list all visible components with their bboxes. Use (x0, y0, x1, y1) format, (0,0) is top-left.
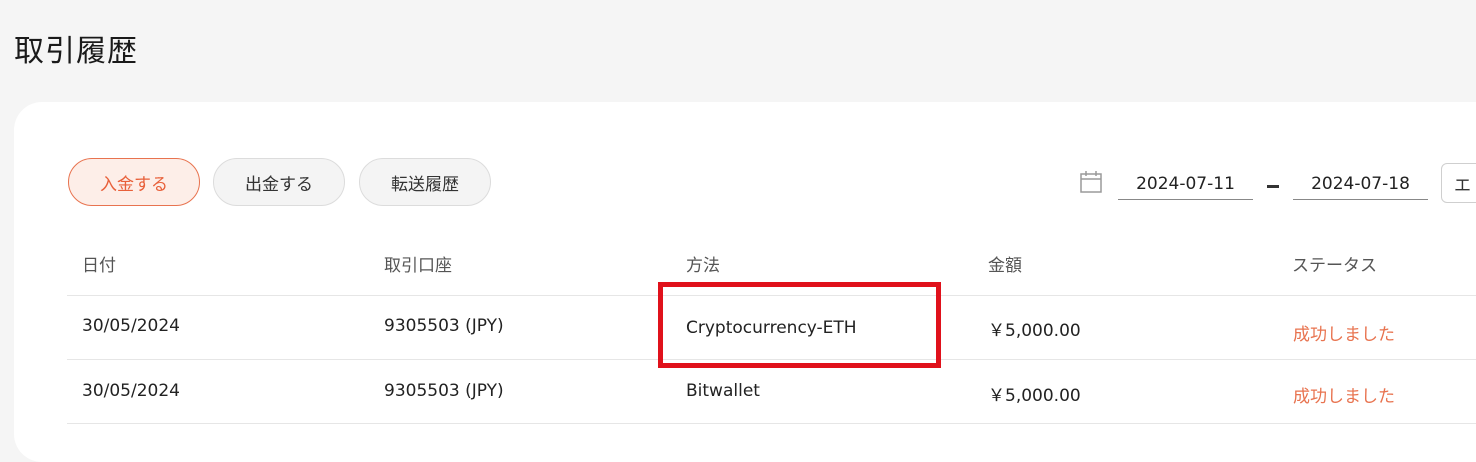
row-divider (67, 423, 1476, 424)
filter-select[interactable]: エ (1441, 163, 1476, 203)
highlight-box (658, 282, 941, 368)
row-status: 成功しました (1293, 387, 1395, 407)
date-range-separator (1267, 185, 1279, 188)
row-status: 成功しました (1293, 325, 1395, 345)
column-header-date: 日付 (82, 256, 116, 276)
row-method: Bitwallet (686, 381, 760, 401)
column-header-account: 取引口座 (384, 256, 452, 276)
page-title: 取引履歴 (14, 34, 138, 69)
column-header-method: 方法 (686, 256, 720, 276)
row-account: 9305503 (JPY) (384, 316, 504, 336)
tab-withdraw[interactable]: 出金する (213, 158, 345, 206)
calendar-icon[interactable] (1079, 170, 1103, 194)
date-start-field[interactable]: 2024-07-11 (1118, 168, 1253, 200)
column-header-amount: 金額 (988, 256, 1022, 276)
date-end-field[interactable]: 2024-07-18 (1293, 168, 1428, 200)
column-header-status: ステータス (1292, 256, 1377, 276)
tab-deposit[interactable]: 入金する (68, 158, 200, 206)
row-amount: ￥5,000.00 (988, 386, 1081, 406)
row-amount: ￥5,000.00 (988, 321, 1081, 341)
tab-transfer-history[interactable]: 転送履歴 (359, 158, 491, 206)
row-date: 30/05/2024 (82, 316, 180, 336)
row-account: 9305503 (JPY) (384, 381, 504, 401)
row-date: 30/05/2024 (82, 381, 180, 401)
